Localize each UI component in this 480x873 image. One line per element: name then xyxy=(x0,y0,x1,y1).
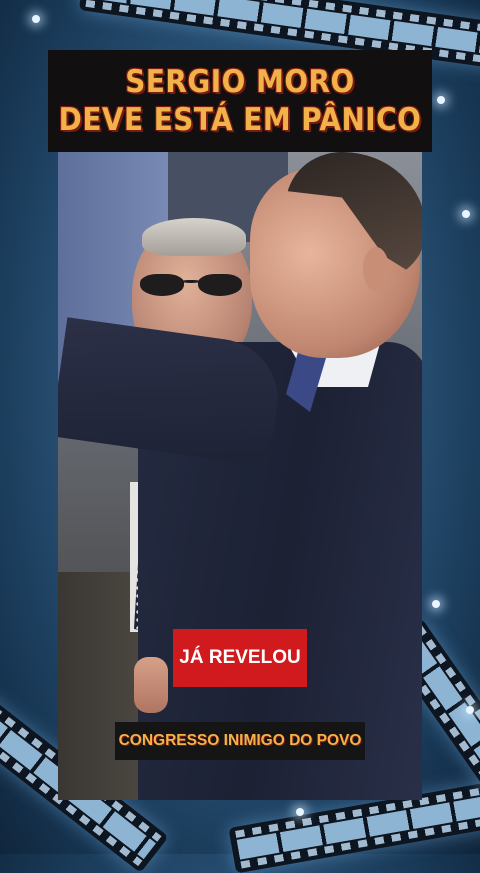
headline-line-2: DEVE ESTÁ EM PÂNICO xyxy=(58,102,422,138)
sparkle-icon xyxy=(437,96,445,104)
sparkle-icon xyxy=(32,15,40,23)
raised-arm xyxy=(58,317,286,467)
sparkle-icon xyxy=(432,600,440,608)
ear xyxy=(363,247,389,291)
headline-box: SERGIO MORO DEVE ESTÁ EM PÂNICO xyxy=(48,50,432,152)
gray-hair xyxy=(142,218,246,256)
headline-line-1: SERGIO MORO xyxy=(125,64,355,100)
revealed-badge: JÁ REVELOU xyxy=(173,629,307,687)
sparkle-icon xyxy=(466,706,474,714)
news-photo xyxy=(58,152,422,800)
sparkle-icon xyxy=(296,808,304,816)
caption-bar: CONGRESSO INIMIGO DO POVO xyxy=(115,722,365,760)
sunglasses xyxy=(138,274,248,296)
sparkle-icon xyxy=(462,210,470,218)
hand xyxy=(134,657,168,713)
